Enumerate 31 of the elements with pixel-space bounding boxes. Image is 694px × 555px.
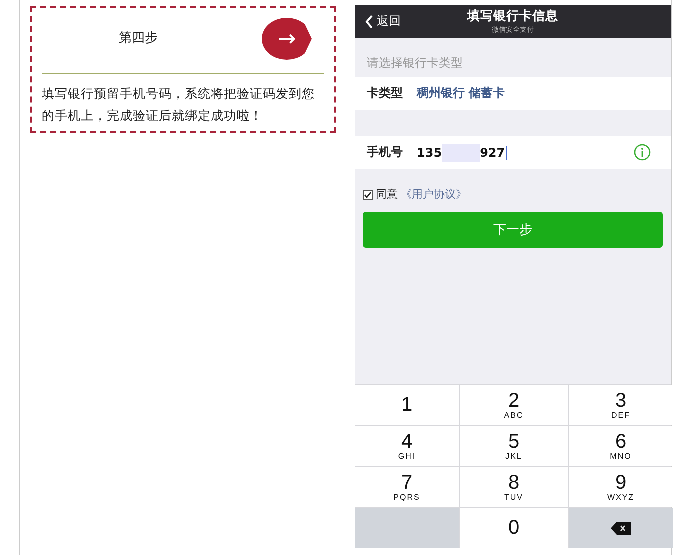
info-icon[interactable] xyxy=(634,144,651,161)
card-type-value: 稠州银行 储蓄卡 xyxy=(417,85,506,102)
keypad-key[interactable]: 6 MNO xyxy=(569,426,673,466)
keypad-key[interactable]: 2 ABC xyxy=(460,385,568,425)
field-label: 卡类型 xyxy=(367,85,403,102)
backspace-icon xyxy=(611,522,631,534)
keypad-key[interactable]: 9 WXYZ xyxy=(569,467,673,507)
keypad-key[interactable]: 7 PQRS xyxy=(355,467,459,507)
phone-prefix: 135 xyxy=(417,146,442,160)
keypad-key[interactable]: 4 GHI xyxy=(355,426,459,466)
keypad-key[interactable]: 0 xyxy=(460,508,568,548)
field-label: 手机号 xyxy=(367,144,403,161)
arrow-badge: → xyxy=(262,18,312,60)
keypad-key[interactable]: 3 DEF xyxy=(569,385,673,425)
screen-title: 填写银行卡信息 xyxy=(468,8,558,25)
text-cursor xyxy=(506,146,508,160)
keypad-key[interactable]: 8 TUV xyxy=(460,467,568,507)
agree-label: 同意 xyxy=(376,187,398,202)
step-description: 填写银行预留手机号码，系统将把验证码发到您的手机上，完成验证后就绑定成功啦！ xyxy=(42,85,316,125)
chevron-left-icon xyxy=(365,14,374,28)
delete-key[interactable] xyxy=(569,508,673,548)
keypad-key[interactable]: 1 xyxy=(355,385,459,425)
user-agreement-link[interactable]: 《用户协议》 xyxy=(401,187,467,202)
agree-checkbox[interactable] xyxy=(363,190,373,200)
mobile-row[interactable]: 手机号 135 927 xyxy=(355,136,671,169)
card-type-row[interactable]: 卡类型 稠州银行 储蓄卡 xyxy=(355,77,671,110)
section-hint: 请选择银行卡类型 xyxy=(367,55,463,72)
back-button[interactable]: 返回 xyxy=(355,13,401,30)
phone-suffix: 927 xyxy=(480,146,506,160)
step-title: 第四步 xyxy=(119,30,158,47)
keypad-key[interactable]: 5 JKL xyxy=(460,426,568,466)
